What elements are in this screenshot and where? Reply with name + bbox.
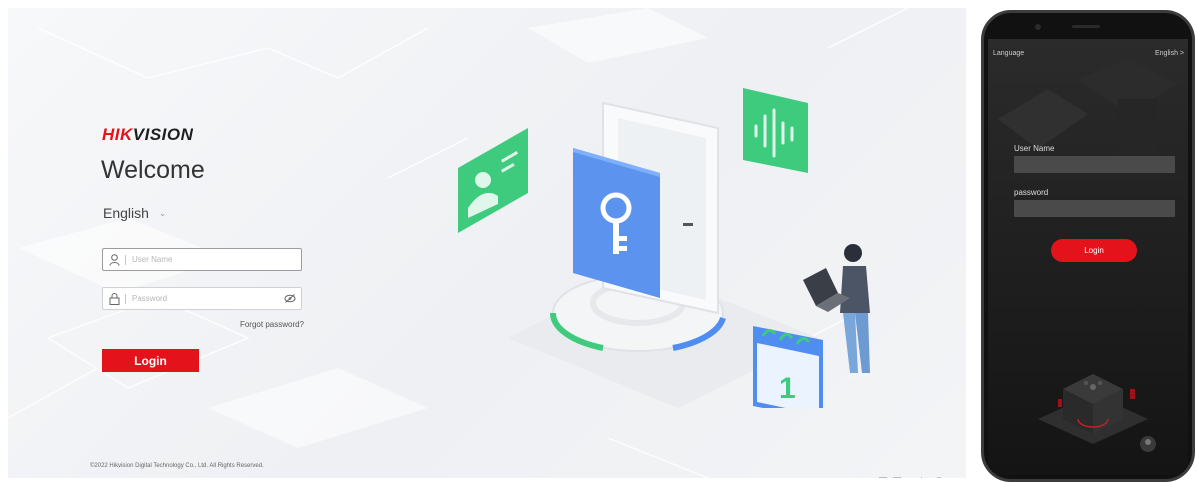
lock-icon xyxy=(103,288,125,309)
mobile-login-button[interactable]: Login xyxy=(1051,239,1137,262)
mobile-background-art xyxy=(998,59,1178,159)
hikvision-logo: HIKVISION xyxy=(102,125,194,144)
menu-icon[interactable] xyxy=(893,477,901,478)
password-input[interactable] xyxy=(132,294,279,303)
login-button[interactable]: Login xyxy=(102,349,199,372)
access-control-illustration: 1 xyxy=(458,88,872,408)
help-icon[interactable] xyxy=(935,477,943,478)
door-handle xyxy=(683,223,693,226)
forgot-password-link[interactable]: Forgot password? xyxy=(218,320,304,329)
page-title: Welcome xyxy=(101,156,205,184)
mobile-password-input[interactable] xyxy=(1014,200,1175,217)
field-separator xyxy=(125,254,126,265)
password-field[interactable] xyxy=(102,287,302,310)
corner-toolbar xyxy=(879,477,943,478)
calendar-day: 1 xyxy=(779,372,796,405)
phone-notch xyxy=(1035,24,1100,30)
device-illustration xyxy=(1038,374,1156,452)
username-field[interactable] xyxy=(102,248,302,271)
language-label: English xyxy=(103,205,149,221)
eye-hidden-icon[interactable] xyxy=(279,294,301,303)
field-separator xyxy=(125,293,126,304)
mobile-password-label: password xyxy=(1014,188,1049,197)
desktop-login-page: HIKVISION Welcome English ⌄ Forgot passw… xyxy=(8,8,966,478)
copyright-text: ©2022 Hikvision Digital Technology Co., … xyxy=(90,463,264,469)
language-dropdown[interactable]: English ⌄ xyxy=(103,205,166,221)
mobile-language-selector[interactable]: English > xyxy=(1155,50,1184,57)
calendar-icon: 1 xyxy=(753,326,823,408)
mobile-username-input[interactable] xyxy=(1014,156,1175,173)
arrow-icon[interactable] xyxy=(921,477,929,478)
username-input[interactable] xyxy=(132,255,301,264)
mobile-language-label: Language xyxy=(993,50,1025,57)
user-icon xyxy=(103,249,125,270)
mobile-phone-mockup: Language English > User Name password Lo… xyxy=(981,10,1195,482)
user-small-icon[interactable] xyxy=(907,477,915,478)
mobile-username-label: User Name xyxy=(1014,144,1055,153)
chevron-down-icon: ⌄ xyxy=(158,207,167,218)
qr-icon[interactable] xyxy=(879,477,887,478)
mobile-login-screen: Language English > User Name password Lo… xyxy=(988,39,1188,475)
